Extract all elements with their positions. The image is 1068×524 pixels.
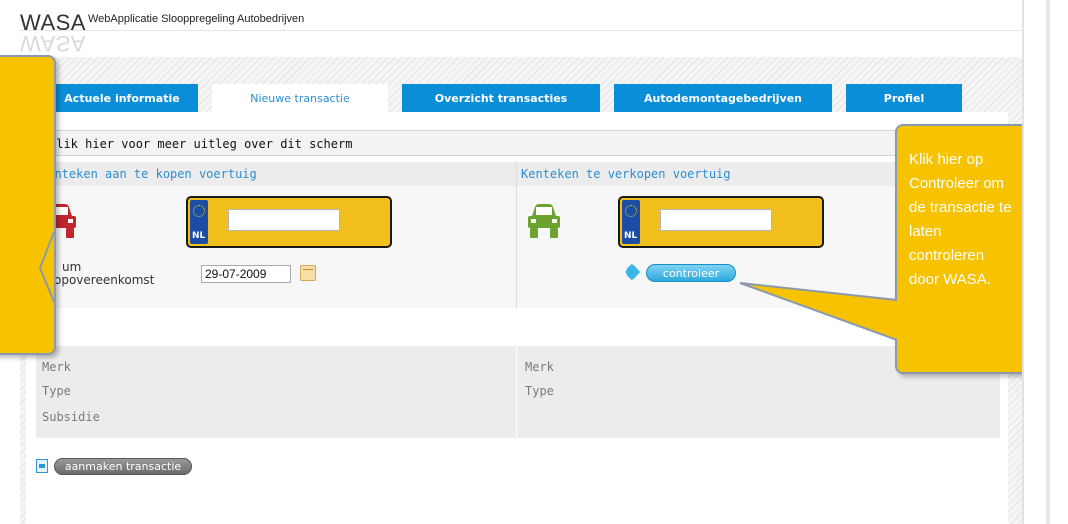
eu-flag-icon: NL (622, 200, 640, 244)
calendar-icon[interactable] (300, 265, 316, 281)
aanmaken-transactie-button[interactable]: aanmaken transactie (54, 458, 192, 475)
tab-nieuwe-transactie[interactable]: Nieuwe transactie (212, 84, 388, 112)
license-plate-input-sell[interactable] (660, 209, 772, 231)
tab-overzicht-transacties[interactable]: Overzicht transacties (402, 84, 600, 112)
tab-profiel[interactable]: Profiel (846, 84, 962, 112)
wasa-logo-reflection: WASA (20, 31, 86, 56)
scroll-gutter (1022, 0, 1068, 524)
license-plate-input-buy[interactable] (228, 209, 340, 231)
date-label-line1: um (62, 260, 82, 274)
car-icon-green (528, 204, 560, 238)
header-divider (20, 30, 1022, 31)
controleer-button[interactable]: controleer (646, 264, 736, 282)
left-info-panel: Merk Type Subsidie (36, 346, 516, 438)
right-section-title: Kenteken te verkopen voertuig (521, 167, 731, 181)
callout-left (0, 55, 56, 355)
app-title: WebApplicatie Slooppregeling Autobedrijv… (88, 13, 305, 25)
help-bar-text[interactable]: Klik hier voor meer uitleg over dit sche… (49, 137, 352, 151)
info-merk: Merk (42, 360, 71, 374)
tab-actuele-informatie[interactable]: Actuele informatie (46, 84, 198, 112)
document-icon (36, 459, 48, 473)
info-type: Type (525, 384, 554, 398)
info-merk: Merk (525, 360, 554, 374)
plate-country: NL (192, 231, 206, 241)
column-divider (516, 162, 517, 308)
plate-country: NL (624, 231, 638, 241)
date-label-line2: opovereenkomst (54, 273, 155, 287)
date-input[interactable]: 29-07-2009 (201, 265, 291, 283)
left-section-title: Kenteken aan te kopen voertuig (40, 167, 257, 181)
eu-stars-icon (625, 205, 637, 217)
tab-autodemontagebedrijven[interactable]: Autodemontagebedrijven (614, 84, 832, 112)
license-plate-sell: NL (618, 196, 824, 248)
info-type: Type (42, 384, 71, 398)
info-subsidie: Subsidie (42, 410, 100, 424)
eu-flag-icon: NL (190, 200, 208, 244)
license-plate-buy: NL (186, 196, 392, 248)
left-section-header: Kenteken aan te kopen voertuig (36, 162, 516, 186)
scrollbar[interactable] (1046, 0, 1050, 524)
eu-stars-icon (193, 205, 205, 217)
help-bar[interactable]: Klik hier voor meer uitleg over dit sche… (36, 130, 1000, 156)
